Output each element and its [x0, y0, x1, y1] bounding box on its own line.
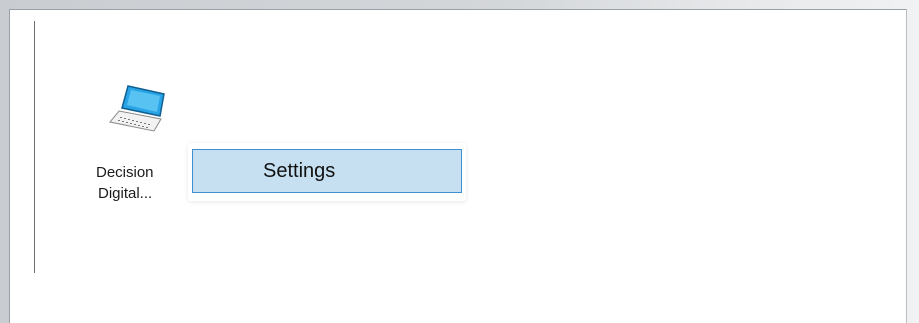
label-line-2: Digital... — [98, 185, 153, 202]
desktop-item-decision-digital[interactable]: Decision Digital... — [92, 84, 192, 234]
label-line-1: Decision — [96, 164, 154, 181]
desktop-item-label: Decision Digital... — [92, 162, 192, 204]
laptop-icon — [104, 84, 166, 140]
content-divider — [34, 21, 35, 273]
rename-input[interactable]: Settings — [192, 149, 462, 193]
